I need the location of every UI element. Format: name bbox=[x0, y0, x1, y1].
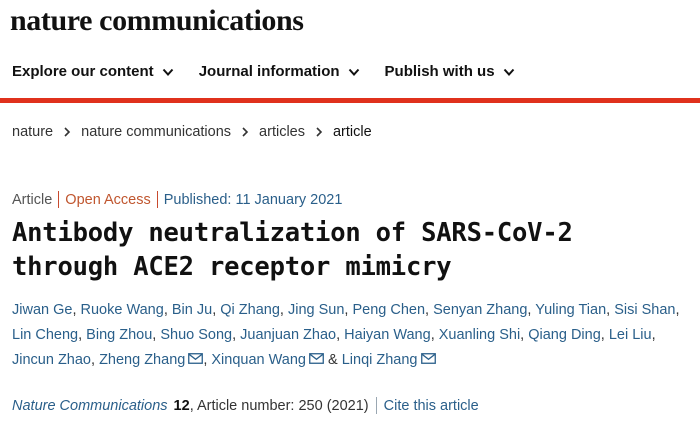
author-name: Jing Sun bbox=[287, 302, 345, 318]
chevron-down-icon bbox=[162, 68, 173, 76]
author-link[interactable]: Peng Chen bbox=[352, 302, 425, 318]
nav-item-label: Publish with us bbox=[384, 63, 495, 80]
breadcrumb: nature nature communications articles ar… bbox=[12, 124, 372, 140]
author-link[interactable]: Linqi Zhang bbox=[342, 352, 436, 368]
citation-divider bbox=[375, 397, 377, 414]
author-name: Bing Zhou bbox=[86, 327, 153, 343]
nav-publish-with-us[interactable]: Publish with us bbox=[385, 63, 516, 80]
citation-line: Nature Communications 12 , Article numbe… bbox=[12, 397, 479, 414]
published-date: Published: 11 January 2021 bbox=[163, 191, 343, 208]
breadcrumb-item-articles[interactable]: articles bbox=[259, 124, 305, 140]
author-link[interactable]: Bin Ju bbox=[172, 302, 212, 318]
author-name: Bin Ju bbox=[171, 302, 213, 318]
author-link[interactable]: Juanjuan Zhao bbox=[240, 327, 336, 343]
meta-divider bbox=[156, 191, 158, 208]
author-link[interactable]: Lin Cheng bbox=[12, 327, 78, 343]
author-name: Sisi Shan bbox=[614, 302, 676, 318]
chevron-right-icon bbox=[316, 127, 323, 137]
cite-this-article-link[interactable]: Cite this article bbox=[384, 398, 479, 414]
breadcrumb-item-nature-communications[interactable]: nature communications bbox=[81, 124, 231, 140]
author-separator: , bbox=[232, 327, 241, 343]
author-link[interactable]: Zheng Zhang bbox=[99, 352, 204, 368]
author-separator: , bbox=[279, 302, 288, 318]
author-separator: , bbox=[336, 327, 345, 343]
meta-divider bbox=[58, 191, 60, 208]
citation-article-number: , Article number: 250 (2021) bbox=[189, 397, 369, 414]
article-meta: Article Open Access Published: 11 Januar… bbox=[12, 191, 342, 208]
author-name: Xuanling Shi bbox=[438, 327, 521, 343]
author-link[interactable]: Jing Sun bbox=[288, 302, 344, 318]
article-type: Article bbox=[12, 191, 53, 208]
main-nav: Explore our content Journal information … bbox=[12, 63, 540, 80]
author-separator: , bbox=[91, 352, 100, 368]
author-name: Senyan Zhang bbox=[433, 302, 528, 318]
nav-item-label: Explore our content bbox=[12, 63, 154, 80]
author-separator: , bbox=[72, 302, 81, 318]
mail-icon[interactable] bbox=[188, 353, 204, 364]
author-name: Jincun Zhao bbox=[12, 352, 91, 368]
journal-logo[interactable]: nature communications bbox=[10, 2, 304, 40]
author-name: Haiyan Wang bbox=[344, 327, 431, 343]
nav-explore-content[interactable]: Explore our content bbox=[12, 63, 175, 80]
chevron-right-icon bbox=[242, 127, 249, 137]
author-separator: , bbox=[430, 327, 439, 343]
author-separator: , bbox=[651, 327, 656, 343]
author-name: Shuo Song bbox=[160, 327, 233, 343]
nav-item-label: Journal information bbox=[198, 63, 340, 80]
author-link[interactable]: Sisi Shan bbox=[614, 302, 675, 318]
open-access-badge: Open Access bbox=[65, 191, 151, 208]
author-link[interactable]: Shuo Song bbox=[160, 327, 232, 343]
author-link[interactable]: Qiang Ding bbox=[528, 327, 601, 343]
author-name: Juanjuan Zhao bbox=[240, 327, 337, 343]
author-name: Lin Cheng bbox=[12, 327, 79, 343]
author-name: Linqi Zhang bbox=[341, 352, 418, 368]
author-name: Xinquan Wang bbox=[211, 352, 306, 368]
author-name: Peng Chen bbox=[352, 302, 426, 318]
author-name: Qi Zhang bbox=[220, 302, 280, 318]
article-title: Antibody neutralization of SARS-CoV-2 th… bbox=[12, 218, 573, 282]
breadcrumb-current: article bbox=[332, 124, 372, 140]
author-name: Ruoke Wang bbox=[80, 302, 164, 318]
author-link[interactable]: Lei Liu bbox=[609, 327, 652, 343]
author-link[interactable]: Haiyan Wang bbox=[344, 327, 431, 343]
author-name: Yuling Tian bbox=[535, 302, 607, 318]
author-list: Jiwan Ge, Ruoke Wang, Bin Ju, Qi Zhang, … bbox=[12, 298, 696, 373]
mail-icon[interactable] bbox=[309, 353, 324, 364]
mail-icon[interactable] bbox=[420, 353, 436, 364]
author-link[interactable]: Jiwan Ge bbox=[12, 302, 72, 318]
author-link[interactable]: Qi Zhang bbox=[220, 302, 280, 318]
author-link[interactable]: Ruoke Wang bbox=[81, 302, 164, 318]
author-name: Qiang Ding bbox=[528, 327, 601, 343]
chevron-down-icon bbox=[503, 68, 514, 76]
author-link[interactable]: Yuling Tian bbox=[535, 302, 606, 318]
header-divider bbox=[0, 98, 700, 103]
citation-volume: 12 bbox=[173, 397, 190, 414]
author-name: Lei Liu bbox=[608, 327, 652, 343]
nav-journal-information[interactable]: Journal information bbox=[199, 63, 361, 80]
author-ampersand: & bbox=[323, 352, 342, 368]
author-separator: , bbox=[78, 327, 87, 343]
chevron-right-icon bbox=[64, 127, 71, 137]
author-name: Zheng Zhang bbox=[99, 352, 186, 368]
chevron-down-icon bbox=[348, 68, 359, 76]
author-separator: , bbox=[675, 302, 680, 318]
author-name: Jiwan Ge bbox=[12, 302, 73, 318]
author-link[interactable]: Xinquan Wang bbox=[211, 352, 324, 368]
author-link[interactable]: Xuanling Shi bbox=[439, 327, 520, 343]
citation-journal[interactable]: Nature Communications bbox=[12, 398, 168, 414]
author-link[interactable]: Bing Zhou bbox=[86, 327, 152, 343]
author-separator: , bbox=[600, 327, 609, 343]
author-link[interactable]: Jincun Zhao bbox=[12, 352, 91, 368]
author-link[interactable]: Senyan Zhang bbox=[433, 302, 527, 318]
author-separator: , bbox=[163, 302, 172, 318]
breadcrumb-item-nature[interactable]: nature bbox=[12, 124, 53, 140]
author-separator: , bbox=[425, 302, 434, 318]
